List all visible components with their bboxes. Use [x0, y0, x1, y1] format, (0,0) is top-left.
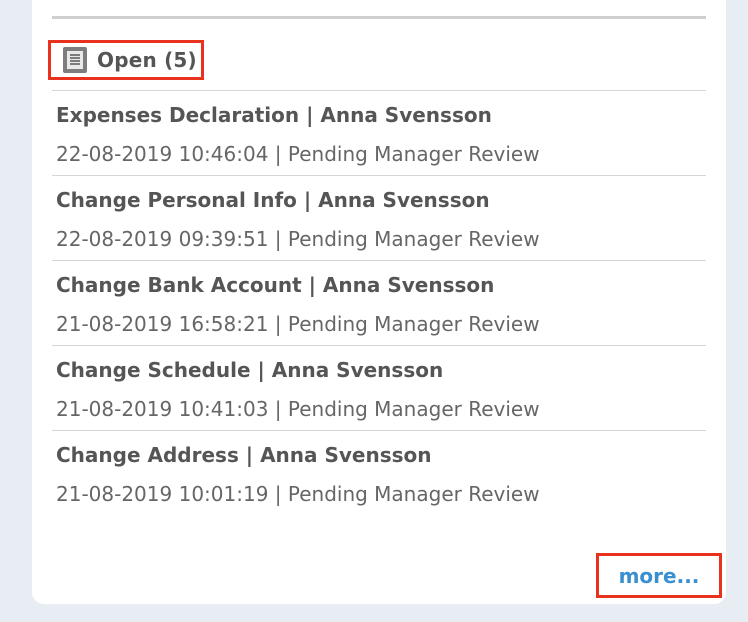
list-item[interactable]: Change Bank Account | Anna Svensson 21-0… — [52, 261, 706, 346]
open-tasks-card: Open (5) Expenses Declaration | Anna Sve… — [32, 0, 726, 604]
section-title: Open (5) — [97, 48, 197, 72]
task-status: 21-08-2019 16:58:21 | Pending Manager Re… — [56, 312, 540, 336]
task-title[interactable]: Change Address | Anna Svensson — [56, 443, 432, 467]
document-icon — [63, 47, 87, 73]
list-item[interactable]: Expenses Declaration | Anna Svensson 22-… — [52, 91, 706, 176]
list-item[interactable]: Change Address | Anna Svensson 21-08-201… — [52, 431, 706, 516]
task-title[interactable]: Change Schedule | Anna Svensson — [56, 358, 443, 382]
task-status: 21-08-2019 10:01:19 | Pending Manager Re… — [56, 482, 540, 506]
task-title[interactable]: Expenses Declaration | Anna Svensson — [56, 103, 492, 127]
task-title[interactable]: Change Bank Account | Anna Svensson — [56, 273, 494, 297]
open-section-header[interactable]: Open (5) — [48, 40, 204, 80]
more-link[interactable]: more... — [596, 553, 722, 598]
task-status: 22-08-2019 09:39:51 | Pending Manager Re… — [56, 227, 540, 251]
list-item[interactable]: Change Personal Info | Anna Svensson 22-… — [52, 176, 706, 261]
open-task-list: Expenses Declaration | Anna Svensson 22-… — [52, 90, 706, 516]
task-title[interactable]: Change Personal Info | Anna Svensson — [56, 188, 490, 212]
task-status: 22-08-2019 10:46:04 | Pending Manager Re… — [56, 142, 540, 166]
divider — [52, 16, 706, 19]
list-item[interactable]: Change Schedule | Anna Svensson 21-08-20… — [52, 346, 706, 431]
task-status: 21-08-2019 10:41:03 | Pending Manager Re… — [56, 397, 540, 421]
